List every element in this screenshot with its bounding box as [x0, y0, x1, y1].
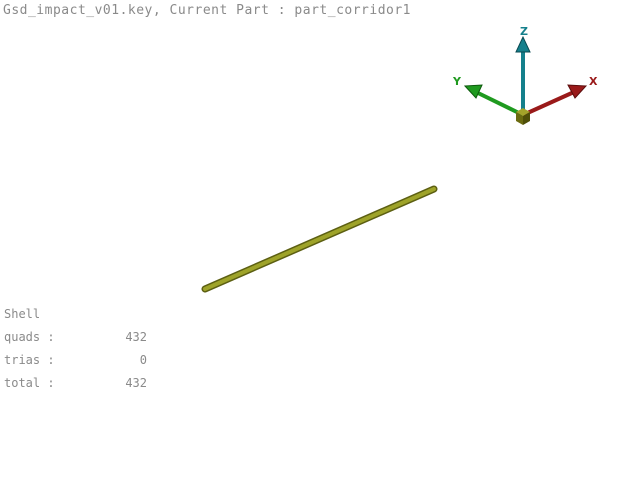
- stats-label: trias :: [4, 353, 55, 367]
- stats-row-total: total : 432: [4, 375, 164, 398]
- stats-value: 432: [125, 376, 147, 390]
- stats-value: 432: [125, 330, 147, 344]
- y-axis-arrow: [463, 84, 524, 117]
- scene-canvas[interactable]: Z X Y: [0, 0, 640, 480]
- stats-value: 0: [139, 353, 147, 367]
- stats-label: quads :: [4, 330, 55, 344]
- element-stats-panel: Shell quads : 432 trias : 0 total : 432: [4, 306, 164, 398]
- z-axis-label: Z: [520, 25, 528, 38]
- part-beam[interactable]: [201, 185, 438, 293]
- axis-triad[interactable]: Z X Y: [452, 25, 598, 125]
- stats-label: total :: [4, 376, 55, 390]
- x-axis-arrow: [522, 84, 588, 117]
- y-axis-label: Y: [452, 75, 462, 88]
- stats-row-quads: quads : 432: [4, 329, 164, 352]
- part-beam-surface: [203, 187, 436, 291]
- graphics-viewport[interactable]: Gsd_impact_v01.key, Current Part : part_…: [0, 0, 640, 480]
- stats-row-trias: trias : 0: [4, 352, 164, 375]
- z-axis-arrow: [515, 35, 531, 112]
- stats-heading: Shell: [4, 307, 41, 321]
- x-axis-label: X: [589, 75, 598, 88]
